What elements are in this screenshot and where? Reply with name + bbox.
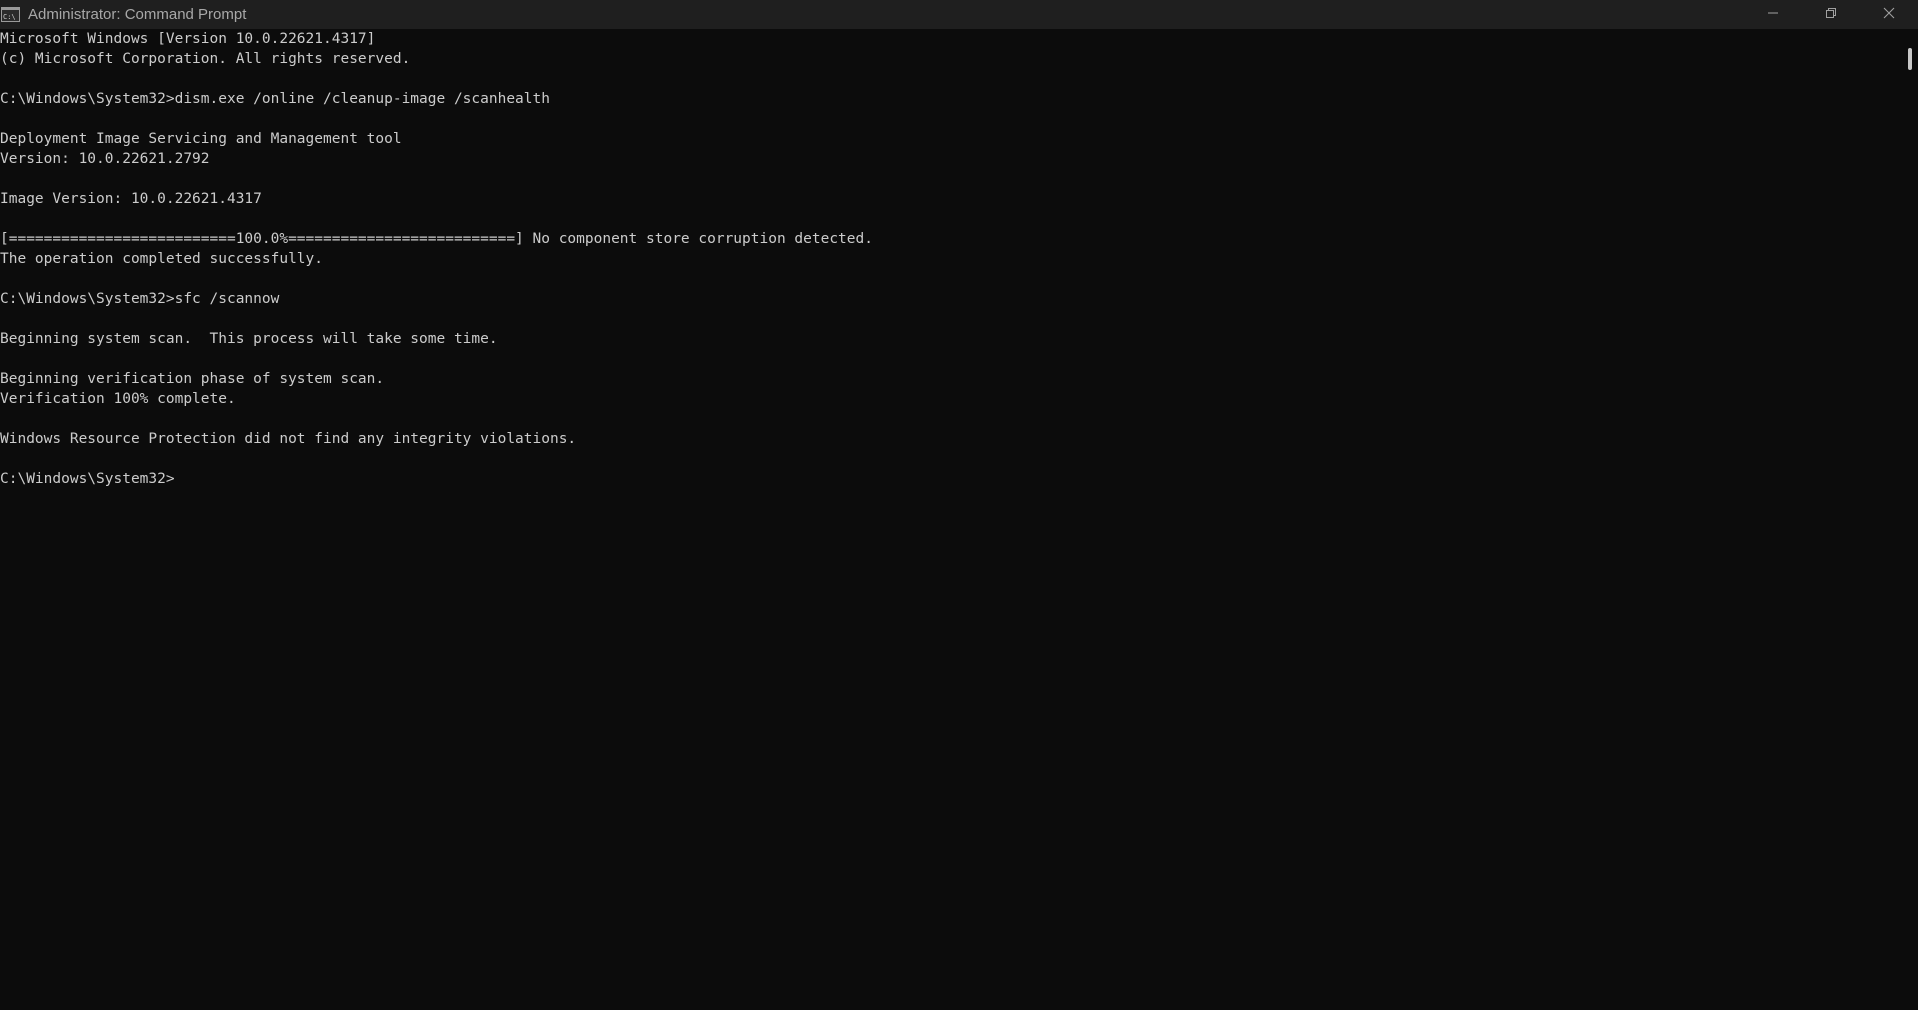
- console-line: The operation completed successfully.: [0, 251, 324, 267]
- console-line: Beginning verification phase of system s…: [0, 371, 385, 387]
- scrollbar-thumb[interactable]: [1908, 48, 1912, 70]
- svg-text:C:\: C:\: [3, 13, 16, 21]
- caption-buttons: [1744, 0, 1918, 29]
- console-line: C:\Windows\System32>dism.exe /online /cl…: [0, 91, 550, 107]
- restore-icon: [1825, 6, 1837, 24]
- console-line: Deployment Image Servicing and Managemen…: [0, 131, 402, 147]
- close-icon: [1883, 6, 1895, 24]
- console-line: Version: 10.0.22621.2792: [0, 151, 210, 167]
- console-line: Beginning system scan. This process will…: [0, 331, 498, 347]
- console-text: Microsoft Windows [Version 10.0.22621.43…: [0, 29, 1900, 489]
- console-line: Windows Resource Protection did not find…: [0, 431, 577, 447]
- console-line: Verification 100% complete.: [0, 391, 236, 407]
- command-prompt-icon[interactable]: C:\: [1, 6, 23, 23]
- console-line: (c) Microsoft Corporation. All rights re…: [0, 51, 411, 67]
- vertical-scrollbar[interactable]: [1900, 29, 1918, 1010]
- console-line: [==========================100.0%=======…: [0, 231, 873, 247]
- console-line: C:\Windows\System32>sfc /scannow: [0, 291, 280, 307]
- console-prompt[interactable]: C:\Windows\System32>: [0, 469, 1900, 489]
- console-output[interactable]: Microsoft Windows [Version 10.0.22621.43…: [0, 29, 1900, 1010]
- close-button[interactable]: [1860, 0, 1918, 29]
- console-line: Microsoft Windows [Version 10.0.22621.43…: [0, 31, 376, 47]
- command-prompt-window: C:\ Administrator: Command Prompt Micros…: [0, 0, 1918, 1010]
- restore-button[interactable]: [1802, 0, 1860, 29]
- window-title: Administrator: Command Prompt: [28, 6, 247, 23]
- title-bar[interactable]: C:\ Administrator: Command Prompt: [0, 0, 1918, 29]
- minimize-button[interactable]: [1744, 0, 1802, 29]
- minimize-icon: [1767, 6, 1779, 24]
- console-line: Image Version: 10.0.22621.4317: [0, 191, 262, 207]
